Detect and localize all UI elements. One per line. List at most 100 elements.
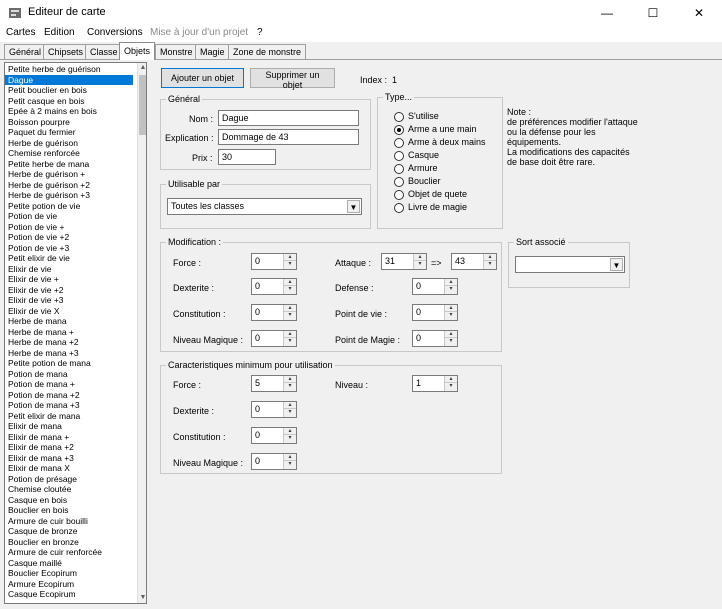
type-radio[interactable]: [394, 125, 404, 135]
mod-point-vie-stepper[interactable]: 0 ▴ ▾: [412, 304, 458, 321]
list-item[interactable]: Armure de cuir renforcée: [5, 547, 133, 558]
min-force-stepper[interactable]: 5 ▴ ▾: [251, 375, 297, 392]
spin-down-icon[interactable]: ▾: [284, 338, 296, 345]
spin-down-icon[interactable]: ▾: [445, 338, 457, 345]
list-item[interactable]: Casque Ecopirum: [5, 589, 133, 600]
name-input[interactable]: Dague: [218, 110, 359, 126]
list-item[interactable]: Herbe de mana: [5, 316, 133, 327]
list-item[interactable]: Casque de bronze: [5, 526, 133, 537]
maximize-button[interactable]: ☐: [630, 0, 676, 26]
spin-up-icon[interactable]: ▴: [445, 376, 457, 383]
mod-defense-stepper[interactable]: 0 ▴ ▾: [412, 278, 458, 295]
mod-niveau-magique-stepper[interactable]: 0 ▴ ▾: [251, 330, 297, 347]
spin-up-icon[interactable]: ▴: [284, 454, 296, 461]
list-item[interactable]: Boisson pourpre: [5, 117, 133, 128]
list-item[interactable]: Paquet du fermier: [5, 127, 133, 138]
list-item[interactable]: Bouclier en bronze: [5, 537, 133, 548]
list-item[interactable]: Bouclier Ecopirum: [5, 568, 133, 579]
list-item[interactable]: Potion de vie: [5, 211, 133, 222]
spin-down-icon[interactable]: ▾: [445, 312, 457, 319]
minimize-button[interactable]: —: [584, 0, 630, 26]
mod-point-magie-stepper[interactable]: 0 ▴ ▾: [412, 330, 458, 347]
add-object-button[interactable]: Ajouter un objet: [161, 68, 244, 88]
list-item[interactable]: Elixir de vie: [5, 264, 133, 275]
list-item[interactable]: Potion de vie +: [5, 222, 133, 233]
type-option-label[interactable]: Bouclier: [408, 176, 441, 186]
chevron-down-icon[interactable]: ▼: [610, 258, 623, 271]
scroll-up-icon[interactable]: ▲: [138, 63, 146, 73]
type-radio[interactable]: [394, 112, 404, 122]
tab-magie[interactable]: Magie: [195, 44, 230, 59]
list-item[interactable]: Petite herbe de guérison: [5, 64, 133, 75]
list-item[interactable]: Herbe de guérison +2: [5, 180, 133, 191]
mod-force-stepper[interactable]: 0 ▴ ▾: [251, 253, 297, 270]
type-option-label[interactable]: Objet de quete: [408, 189, 467, 199]
list-item[interactable]: Petite potion de vie: [5, 201, 133, 212]
list-item[interactable]: Elixir de mana: [5, 421, 133, 432]
spin-down-icon[interactable]: ▾: [284, 312, 296, 319]
list-item[interactable]: Herbe de guérison: [5, 138, 133, 149]
type-radio[interactable]: [394, 164, 404, 174]
spin-down-icon[interactable]: ▾: [284, 286, 296, 293]
spin-up-icon[interactable]: ▴: [284, 428, 296, 435]
list-item[interactable]: Herbe de mana +: [5, 327, 133, 338]
type-option-label[interactable]: Casque: [408, 150, 439, 160]
list-item[interactable]: Herbe de mana +2: [5, 337, 133, 348]
list-item[interactable]: Bouclier en bois: [5, 505, 133, 516]
list-item[interactable]: Potion de mana +: [5, 379, 133, 390]
list-item[interactable]: Herbe de guérison +3: [5, 190, 133, 201]
list-item[interactable]: Casque maillé: [5, 558, 133, 569]
spin-down-icon[interactable]: ▾: [445, 286, 457, 293]
list-item[interactable]: Elixir de vie +: [5, 274, 133, 285]
menu-conversions[interactable]: Conversions: [87, 27, 143, 38]
type-option-label[interactable]: Arme a une main: [408, 124, 477, 134]
mod-dexterite-stepper[interactable]: 0 ▴ ▾: [251, 278, 297, 295]
scroll-down-icon[interactable]: ▼: [138, 593, 146, 603]
type-radio[interactable]: [394, 203, 404, 213]
list-item[interactable]: Potion de mana +3: [5, 400, 133, 411]
list-item[interactable]: Casque en bois: [5, 495, 133, 506]
spin-down-icon[interactable]: ▾: [284, 435, 296, 442]
list-item[interactable]: Armure Ecopirum: [5, 579, 133, 590]
min-dexterite-stepper[interactable]: 0 ▴ ▾: [251, 401, 297, 418]
spin-down-icon[interactable]: ▾: [284, 261, 296, 268]
tab-general[interactable]: Général: [4, 44, 47, 59]
spin-down-icon[interactable]: ▾: [414, 261, 426, 268]
list-item[interactable]: Petite potion de mana: [5, 358, 133, 369]
mod-attaque-stepper[interactable]: 31 ▴ ▾: [381, 253, 427, 270]
spin-down-icon[interactable]: ▾: [284, 409, 296, 416]
list-item[interactable]: Elixir de vie +3: [5, 295, 133, 306]
tab-chipsets[interactable]: Chipsets: [43, 44, 89, 59]
tab-classe[interactable]: Classe: [85, 44, 123, 59]
list-item[interactable]: Potion de vie +3: [5, 243, 133, 254]
item-list[interactable]: Petite herbe de guérison Dague Petit boucl…: [4, 62, 147, 604]
list-item[interactable]: Potion de mana: [5, 369, 133, 380]
list-item[interactable]: Petit bouclier en bois: [5, 85, 133, 96]
list-item[interactable]: Elixir de mana +3: [5, 453, 133, 464]
spin-up-icon[interactable]: ▴: [284, 279, 296, 286]
list-item[interactable]: Elixir de mana +2: [5, 442, 133, 453]
list-item[interactable]: Petit casque en bois: [5, 96, 133, 107]
mod-attaque-result-stepper[interactable]: 43 ▴ ▾: [451, 253, 497, 270]
spin-down-icon[interactable]: ▾: [445, 383, 457, 390]
menu-mise-a-jour[interactable]: Mise à jour d'un projet: [150, 27, 248, 38]
menu-cartes[interactable]: Cartes: [6, 27, 35, 38]
scroll-thumb[interactable]: [139, 75, 146, 135]
min-constitution-stepper[interactable]: 0 ▴ ▾: [251, 427, 297, 444]
list-item[interactable]: Armure de cuir bouilli: [5, 516, 133, 527]
spin-down-icon[interactable]: ▾: [484, 261, 496, 268]
list-item[interactable]: Potion de vie +2: [5, 232, 133, 243]
list-item[interactable]: Petite herbe de mana: [5, 159, 133, 170]
type-option-label[interactable]: Arme à deux mains: [408, 137, 486, 147]
spin-up-icon[interactable]: ▴: [445, 331, 457, 338]
spin-up-icon[interactable]: ▴: [284, 305, 296, 312]
min-niveau-stepper[interactable]: 1 ▴ ▾: [412, 375, 458, 392]
vertical-scrollbar[interactable]: ▲ ▼: [137, 63, 146, 603]
spin-up-icon[interactable]: ▴: [484, 254, 496, 261]
list-item[interactable]: Elixir de mana X: [5, 463, 133, 474]
list-item[interactable]: Elixir de mana +: [5, 432, 133, 443]
list-item[interactable]: Petit elixir de vie: [5, 253, 133, 264]
close-button[interactable]: ✕: [676, 0, 722, 26]
list-item[interactable]: Herbe de guérison +: [5, 169, 133, 180]
spin-up-icon[interactable]: ▴: [284, 402, 296, 409]
